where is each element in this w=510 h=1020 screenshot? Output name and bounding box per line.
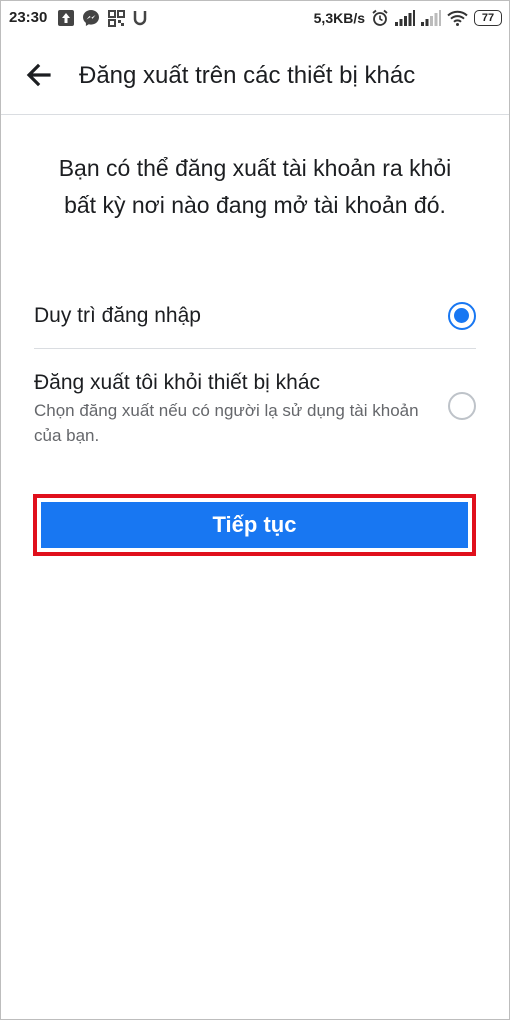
status-time: 23:30 xyxy=(9,9,48,26)
status-right: 5,3KB/s 77 xyxy=(314,8,502,28)
u-icon xyxy=(133,11,147,26)
page-title: Đăng xuất trên các thiết bị khác xyxy=(79,62,416,89)
option-log-out-other-devices[interactable]: Đăng xuất tôi khỏi thiết bị khác Chọn đă… xyxy=(34,362,476,452)
continue-button[interactable]: Tiếp tục xyxy=(41,502,468,548)
messenger-icon xyxy=(83,10,99,26)
battery-level: 77 xyxy=(481,12,495,24)
radio-unselected-icon[interactable] xyxy=(448,392,476,420)
upload-icon xyxy=(58,10,74,26)
radio-selected-icon[interactable] xyxy=(448,302,476,330)
network-speed: 5,3KB/s xyxy=(313,10,365,26)
notification-icons xyxy=(58,9,147,27)
option-sublabel: Chọn đăng xuất nếu có người lạ sử dụng t… xyxy=(34,401,419,445)
alarm-icon xyxy=(372,9,388,26)
wifi-icon xyxy=(447,10,468,26)
highlight-box: Tiếp tục xyxy=(33,494,476,556)
description-text: Bạn có thể đăng xuất tài khoản ra khỏi b… xyxy=(58,155,452,218)
apps-icon xyxy=(108,9,125,27)
signal-icon xyxy=(421,10,441,26)
signal-icon xyxy=(395,10,415,26)
option-label: Duy trì đăng nhập xyxy=(34,304,201,327)
status-bar: 23:30 5,3KB/s 77 xyxy=(0,0,510,36)
option-keep-logged-in[interactable]: Duy trì đăng nhập xyxy=(34,286,476,349)
battery-icon: 77 xyxy=(474,10,502,26)
app-header: Đăng xuất trên các thiết bị khác xyxy=(0,36,510,115)
option-label: Đăng xuất tôi khỏi thiết bị khác xyxy=(34,371,321,394)
back-arrow-icon[interactable] xyxy=(24,60,54,90)
